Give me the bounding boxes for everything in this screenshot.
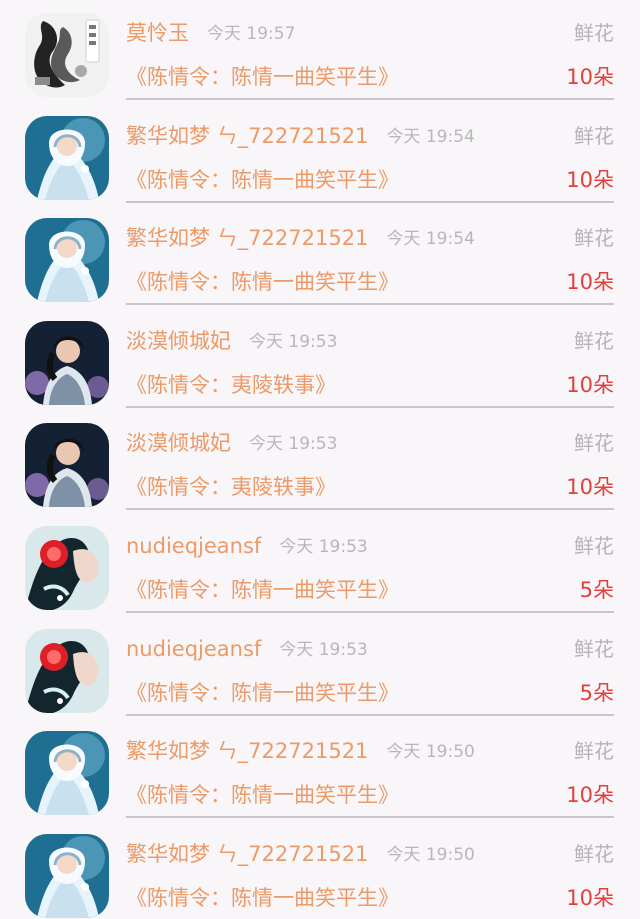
list-item-content: 淡漠倾城妃 今天 19:53 鲜花 《陈情令：夷陵轶事》 10朵 xyxy=(126,308,614,408)
avatar[interactable] xyxy=(25,731,109,816)
book-title[interactable]: 《陈情令：陈情一曲笑平生》 xyxy=(126,62,399,92)
list-item-content: 莫怜玉 今天 19:57 鲜花 《陈情令：陈情一曲笑平生》 10朵 xyxy=(126,0,614,100)
sender-name[interactable]: nudieqjeansf xyxy=(126,534,261,558)
gift-quantity: 5朵 xyxy=(579,680,614,705)
gift-quantity: 5朵 xyxy=(579,577,614,602)
list-item-content: nudieqjeansf 今天 19:53 鲜花 《陈情令：陈情一曲笑平生》 5朵 xyxy=(126,513,614,613)
sender-name-row: 繁华如梦 ㄣ_722721521 今天 19:50 xyxy=(126,839,475,870)
sender-name[interactable]: 繁华如梦 ㄣ_722721521 xyxy=(126,739,368,763)
white-fairy-avatar-icon xyxy=(25,833,109,918)
list-item-content: 淡漠倾城妃 今天 19:53 鲜花 《陈情令：夷陵轶事》 10朵 xyxy=(126,410,614,511)
avatar[interactable] xyxy=(25,115,109,200)
book-title[interactable]: 《陈情令：陈情一曲笑平生》 xyxy=(126,780,399,810)
gift-time: 今天 19:57 xyxy=(207,24,296,44)
list-item[interactable]: 淡漠倾城妃 今天 19:53 鲜花 《陈情令：夷陵轶事》 10朵 xyxy=(0,410,640,513)
list-item[interactable]: nudieqjeansf 今天 19:53 鲜花 《陈情令：陈情一曲笑平生》 5朵 xyxy=(0,616,640,719)
gift-time: 今天 19:53 xyxy=(249,434,338,455)
avatar[interactable] xyxy=(25,423,109,508)
avatar[interactable] xyxy=(25,13,109,97)
gift-quantity: 10朵 xyxy=(566,885,614,910)
list-item[interactable]: 莫怜玉 今天 19:57 鲜花 《陈情令：陈情一曲笑平生》 10朵 xyxy=(0,0,640,103)
gift-quantity: 10朵 xyxy=(566,270,614,295)
list-item[interactable]: 繁华如梦 ㄣ_722721521 今天 19:54 鲜花 《陈情令：陈情一曲笑平生… xyxy=(0,103,640,206)
gift-quantity: 10朵 xyxy=(566,167,614,192)
avatar[interactable] xyxy=(25,218,109,303)
sender-name-row: 繁华如梦 ㄣ_722721521 今天 19:54 xyxy=(126,223,475,254)
gift-quantity: 10朵 xyxy=(566,475,614,500)
dark-robed-man-avatar-icon xyxy=(25,423,109,508)
list-item-content: nudieqjeansf 今天 19:53 鲜花 《陈情令：陈情一曲笑平生》 5朵 xyxy=(126,616,614,716)
list-item[interactable]: 繁华如梦 ㄣ_722721521 今天 19:54 鲜花 《陈情令：陈情一曲笑平生… xyxy=(0,205,640,308)
list-item[interactable]: 淡漠倾城妃 今天 19:53 鲜花 《陈情令：夷陵轶事》 10朵 xyxy=(0,308,640,411)
gift-type: 鲜花 xyxy=(574,328,614,353)
gift-quantity: 10朵 xyxy=(566,65,614,89)
sender-name-row: 繁华如梦 ㄣ_722721521 今天 19:50 xyxy=(126,736,475,767)
sender-name[interactable]: 繁华如梦 ㄣ_722721521 xyxy=(126,226,368,250)
gift-time: 今天 19:50 xyxy=(386,742,475,763)
gift-time: 今天 19:53 xyxy=(279,639,368,660)
book-title[interactable]: 《陈情令：陈情一曲笑平生》 xyxy=(126,883,399,913)
red-flower-woman-avatar-icon xyxy=(25,525,109,610)
sender-name-row: 淡漠倾城妃 今天 19:53 xyxy=(126,326,337,357)
dark-robed-man-avatar-icon xyxy=(25,320,109,405)
list-item[interactable]: 繁华如梦 ㄣ_722721521 今天 19:50 鲜花 《陈情令：陈情一曲笑平生… xyxy=(0,821,640,919)
gift-time: 今天 19:53 xyxy=(279,536,368,557)
sender-name-row: 繁华如梦 ㄣ_722721521 今天 19:54 xyxy=(126,121,475,152)
gift-quantity: 10朵 xyxy=(566,372,614,397)
list-item-content: 繁华如梦 ㄣ_722721521 今天 19:54 鲜花 《陈情令：陈情一曲笑平生… xyxy=(126,205,614,306)
gift-time: 今天 19:53 xyxy=(249,331,338,352)
book-title[interactable]: 《陈情令：陈情一曲笑平生》 xyxy=(126,165,399,195)
sender-name-row: nudieqjeansf 今天 19:53 xyxy=(126,634,368,665)
sender-name[interactable]: 淡漠倾城妃 xyxy=(126,431,231,455)
sender-name-row: 淡漠倾城妃 今天 19:53 xyxy=(126,428,337,459)
list-item-content: 繁华如梦 ㄣ_722721521 今天 19:54 鲜花 《陈情令：陈情一曲笑平生… xyxy=(126,103,614,203)
book-title[interactable]: 《陈情令：夷陵轶事》 xyxy=(126,472,336,502)
gift-record-list: 莫怜玉 今天 19:57 鲜花 《陈情令：陈情一曲笑平生》 10朵 繁华如梦 ㄣ_… xyxy=(0,0,640,919)
gift-type: 鲜花 xyxy=(574,123,614,148)
sender-name[interactable]: 莫怜玉 xyxy=(126,21,189,45)
avatar[interactable] xyxy=(25,833,109,918)
gift-time: 今天 19:50 xyxy=(386,844,475,865)
book-title[interactable]: 《陈情令：陈情一曲笑平生》 xyxy=(126,678,399,708)
gift-type: 鲜花 xyxy=(574,841,614,866)
list-item[interactable]: 繁华如梦 ㄣ_722721521 今天 19:50 鲜花 《陈情令：陈情一曲笑平生… xyxy=(0,718,640,821)
book-title[interactable]: 《陈情令：陈情一曲笑平生》 xyxy=(126,267,399,297)
book-cover-avatar-icon xyxy=(25,13,109,97)
sender-name[interactable]: 淡漠倾城妃 xyxy=(126,329,231,353)
gift-type: 鲜花 xyxy=(574,21,614,45)
white-fairy-avatar-icon xyxy=(25,115,109,200)
avatar[interactable] xyxy=(25,320,109,405)
list-item-content: 繁华如梦 ㄣ_722721521 今天 19:50 鲜花 《陈情令：陈情一曲笑平生… xyxy=(126,821,614,919)
book-title[interactable]: 《陈情令：夷陵轶事》 xyxy=(126,370,336,400)
gift-type: 鲜花 xyxy=(574,636,614,661)
sender-name[interactable]: 繁华如梦 ㄣ_722721521 xyxy=(126,842,368,866)
gift-type: 鲜花 xyxy=(574,431,614,456)
gift-time: 今天 19:54 xyxy=(386,229,475,250)
book-title[interactable]: 《陈情令：陈情一曲笑平生》 xyxy=(126,575,399,605)
white-fairy-avatar-icon xyxy=(25,731,109,816)
gift-time: 今天 19:54 xyxy=(386,126,475,147)
list-item-content: 繁华如梦 ㄣ_722721521 今天 19:50 鲜花 《陈情令：陈情一曲笑平生… xyxy=(126,718,614,819)
sender-name[interactable]: nudieqjeansf xyxy=(126,637,261,661)
list-item[interactable]: nudieqjeansf 今天 19:53 鲜花 《陈情令：陈情一曲笑平生》 5朵 xyxy=(0,513,640,616)
gift-type: 鲜花 xyxy=(574,226,614,251)
red-flower-woman-avatar-icon xyxy=(25,628,109,713)
gift-type: 鲜花 xyxy=(574,739,614,764)
avatar[interactable] xyxy=(25,525,109,610)
white-fairy-avatar-icon xyxy=(25,218,109,303)
gift-quantity: 10朵 xyxy=(566,783,614,808)
sender-name-row: nudieqjeansf 今天 19:53 xyxy=(126,531,368,562)
sender-name[interactable]: 繁华如梦 ㄣ_722721521 xyxy=(126,124,368,148)
sender-name-row: 莫怜玉 今天 19:57 xyxy=(126,18,295,49)
avatar[interactable] xyxy=(25,628,109,713)
gift-type: 鲜花 xyxy=(574,533,614,558)
